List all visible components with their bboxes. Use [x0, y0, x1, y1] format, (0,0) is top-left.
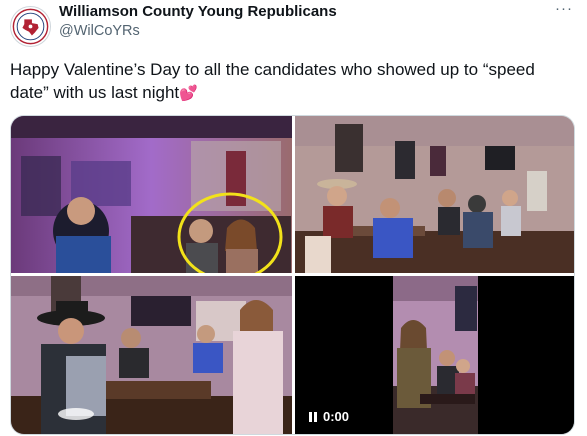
- video-time-badge[interactable]: 0:00: [309, 409, 349, 424]
- tweet-text: Happy Valentine’s Day to all the candida…: [10, 58, 570, 105]
- account-avatar[interactable]: [10, 6, 51, 47]
- photo-cowboy-and-woman-icon: [11, 276, 292, 434]
- tweet-body: Happy Valentine’s Day to all the candida…: [10, 60, 535, 102]
- photo-2[interactable]: [295, 116, 574, 273]
- more-options-icon[interactable]: ···: [555, 0, 573, 17]
- video-player[interactable]: 0:00: [295, 276, 574, 434]
- photo-cowboy-hat-tables-icon: [295, 116, 574, 273]
- video-time: 0:00: [323, 409, 350, 424]
- photo-1[interactable]: [11, 116, 292, 273]
- account-handle[interactable]: @WilCoYRs: [59, 23, 140, 39]
- photo-3[interactable]: [11, 276, 292, 434]
- texas-logo-icon: [12, 8, 49, 45]
- two-hearts-icon: 💕: [179, 85, 198, 102]
- account-name[interactable]: Williamson County Young Republicans: [59, 3, 337, 20]
- pause-icon[interactable]: [309, 411, 317, 422]
- media-grid: 0:00: [10, 115, 575, 435]
- photo-speed-dating-icon: [11, 116, 292, 273]
